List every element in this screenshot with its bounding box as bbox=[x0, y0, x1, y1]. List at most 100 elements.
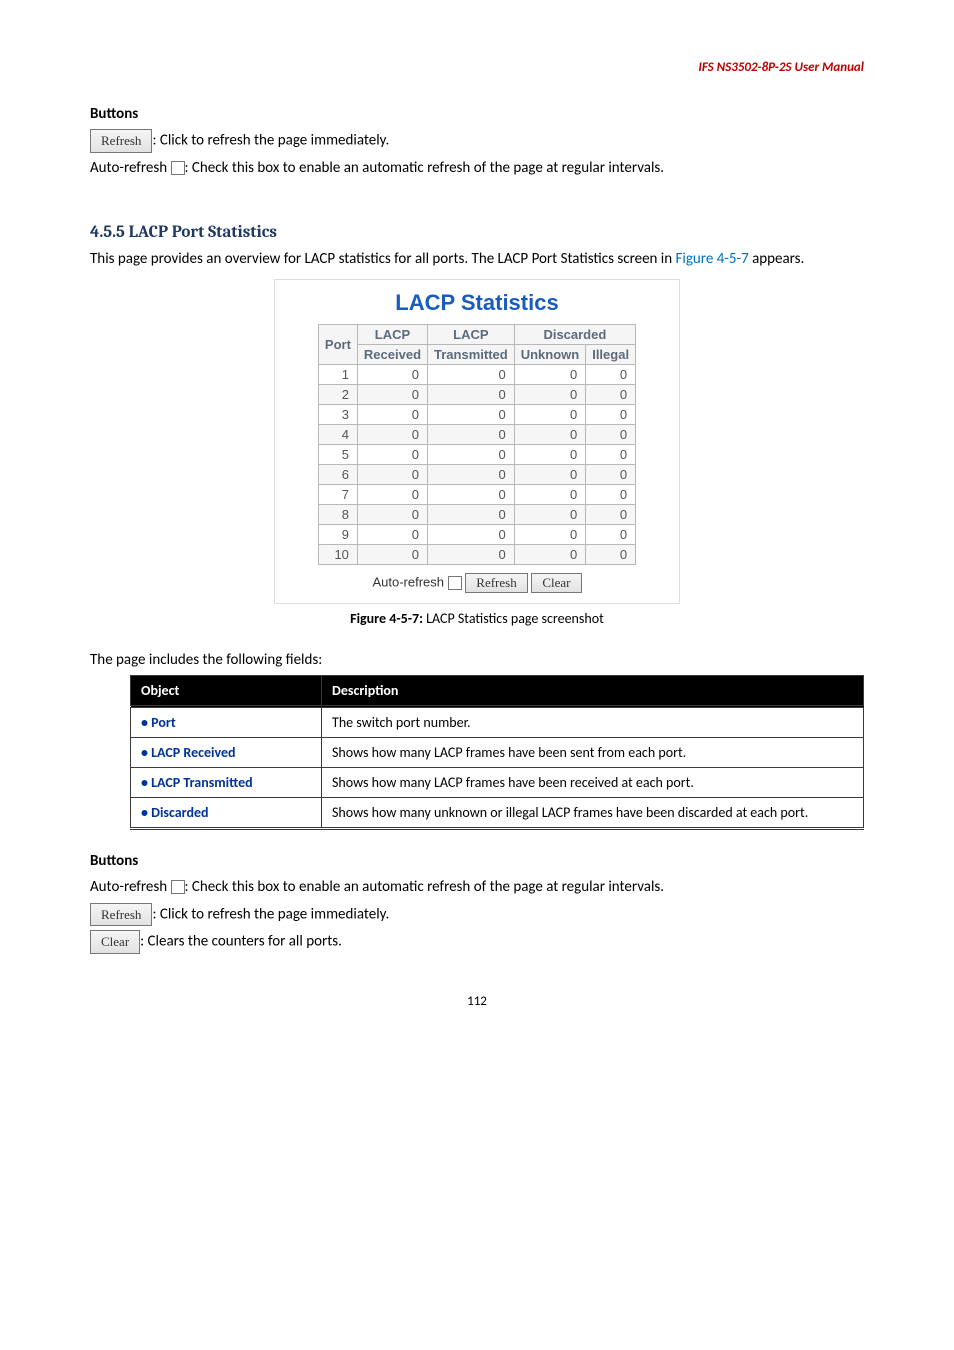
autorefresh2-checkbox[interactable] bbox=[171, 880, 185, 894]
refresh-button[interactable]: Refresh bbox=[90, 129, 152, 153]
table-cell: 0 bbox=[514, 424, 586, 444]
buttons-heading-1: Buttons bbox=[90, 105, 864, 123]
col-tx-1: LACP bbox=[428, 324, 515, 344]
footer-autorefresh-checkbox[interactable] bbox=[448, 576, 462, 590]
figure-link: Figure 4-5-7 bbox=[676, 250, 749, 268]
figcaption-text: LACP Statistics page screenshot bbox=[423, 610, 604, 627]
table-cell: 0 bbox=[357, 364, 427, 384]
table-cell: 0 bbox=[586, 384, 636, 404]
col-unknown: Unknown bbox=[514, 344, 586, 364]
autorefresh2-desc: : Check this box to enable an automatic … bbox=[185, 878, 665, 896]
table-cell: 0 bbox=[428, 444, 515, 464]
table-cell: 0 bbox=[586, 424, 636, 444]
doc-header: IFS NS3502-8P-2S User Manual bbox=[90, 60, 864, 75]
table-cell: 0 bbox=[357, 544, 427, 564]
autorefresh2-label: Auto-refresh bbox=[90, 878, 171, 896]
table-cell: 0 bbox=[514, 444, 586, 464]
field-object: • Port bbox=[131, 707, 322, 738]
buttons-heading-2: Buttons bbox=[90, 852, 864, 870]
table-row: 20000 bbox=[318, 384, 635, 404]
autorefresh-desc: : Check this box to enable an automatic … bbox=[185, 159, 665, 177]
table-row: 30000 bbox=[318, 404, 635, 424]
table-cell: 0 bbox=[428, 544, 515, 564]
table-cell: 0 bbox=[428, 424, 515, 444]
table-cell: 0 bbox=[357, 484, 427, 504]
col-port: Port bbox=[318, 324, 357, 364]
table-row: • LACP TransmittedShows how many LACP fr… bbox=[131, 768, 864, 798]
autorefresh-checkbox[interactable] bbox=[171, 161, 185, 175]
table-cell: 0 bbox=[428, 504, 515, 524]
clear-button[interactable]: Clear bbox=[90, 930, 140, 954]
col-discarded: Discarded bbox=[514, 324, 635, 344]
table-row: 90000 bbox=[318, 524, 635, 544]
intro-text-pre: This page provides an overview for LACP … bbox=[90, 250, 676, 268]
field-object: • LACP Transmitted bbox=[131, 768, 322, 798]
table-cell: 0 bbox=[428, 404, 515, 424]
table-cell: 0 bbox=[514, 524, 586, 544]
field-object: • Discarded bbox=[131, 798, 322, 829]
table-cell: 0 bbox=[586, 544, 636, 564]
clear-desc: : Clears the counters for all ports. bbox=[140, 932, 342, 950]
table-cell: 0 bbox=[428, 484, 515, 504]
refresh-desc: : Click to refresh the page immediately. bbox=[152, 131, 389, 149]
field-description: Shows how many LACP frames have been sen… bbox=[322, 738, 864, 768]
figcaption-bold: Figure 4-5-7: bbox=[350, 610, 423, 627]
table-row: • LACP ReceivedShows how many LACP frame… bbox=[131, 738, 864, 768]
table-cell: 0 bbox=[514, 364, 586, 384]
table-row: 70000 bbox=[318, 484, 635, 504]
table-row: 80000 bbox=[318, 504, 635, 524]
table-cell: 0 bbox=[586, 404, 636, 424]
table-cell: 0 bbox=[357, 464, 427, 484]
fields-intro: The page includes the following fields: bbox=[90, 649, 864, 672]
table-row: 40000 bbox=[318, 424, 635, 444]
table-row: • DiscardedShows how many unknown or ill… bbox=[131, 798, 864, 829]
table-cell: 0 bbox=[357, 444, 427, 464]
table-cell: 0 bbox=[357, 424, 427, 444]
table-cell: 0 bbox=[514, 544, 586, 564]
table-cell: 0 bbox=[428, 384, 515, 404]
table-cell: 0 bbox=[428, 464, 515, 484]
refresh2-button[interactable]: Refresh bbox=[90, 903, 152, 927]
table-cell: 5 bbox=[318, 444, 357, 464]
col-recv-1: LACP bbox=[357, 324, 427, 344]
page-number: 112 bbox=[90, 994, 864, 1009]
table-cell: 10 bbox=[318, 544, 357, 564]
table-cell: 0 bbox=[586, 504, 636, 524]
table-row: 10000 bbox=[318, 364, 635, 384]
fields-table: Object Description • PortThe switch port… bbox=[130, 675, 864, 830]
field-description: Shows how many LACP frames have been rec… bbox=[322, 768, 864, 798]
table-cell: 0 bbox=[586, 464, 636, 484]
footer-refresh-button[interactable]: Refresh bbox=[465, 573, 527, 593]
field-description: The switch port number. bbox=[322, 707, 864, 738]
table-cell: 0 bbox=[428, 364, 515, 384]
table-cell: 0 bbox=[357, 384, 427, 404]
section-heading: 4.5.5 LACP Port Statistics bbox=[90, 223, 864, 242]
table-cell: 0 bbox=[514, 404, 586, 424]
table-cell: 6 bbox=[318, 464, 357, 484]
table-cell: 0 bbox=[586, 524, 636, 544]
table-cell: 2 bbox=[318, 384, 357, 404]
refresh2-desc: : Click to refresh the page immediately. bbox=[152, 905, 389, 923]
table-row: 50000 bbox=[318, 444, 635, 464]
table-cell: 0 bbox=[514, 504, 586, 524]
fields-col-description: Description bbox=[322, 676, 864, 707]
lacp-title: LACP Statistics bbox=[279, 290, 675, 316]
table-row: 100000 bbox=[318, 544, 635, 564]
lacp-table: Port LACP LACP Discarded Received Transm… bbox=[318, 324, 636, 565]
table-cell: 3 bbox=[318, 404, 357, 424]
autorefresh-label: Auto-refresh bbox=[90, 159, 171, 177]
col-tx-2: Transmitted bbox=[428, 344, 515, 364]
footer-clear-button[interactable]: Clear bbox=[531, 573, 581, 593]
fields-col-object: Object bbox=[131, 676, 322, 707]
footer-autorefresh-label: Auto-refresh bbox=[372, 574, 444, 589]
table-row: • PortThe switch port number. bbox=[131, 707, 864, 738]
table-cell: 0 bbox=[357, 404, 427, 424]
table-cell: 0 bbox=[357, 504, 427, 524]
table-cell: 4 bbox=[318, 424, 357, 444]
table-cell: 0 bbox=[514, 484, 586, 504]
table-cell: 1 bbox=[318, 364, 357, 384]
field-object: • LACP Received bbox=[131, 738, 322, 768]
table-cell: 7 bbox=[318, 484, 357, 504]
table-cell: 0 bbox=[586, 484, 636, 504]
table-cell: 0 bbox=[514, 464, 586, 484]
